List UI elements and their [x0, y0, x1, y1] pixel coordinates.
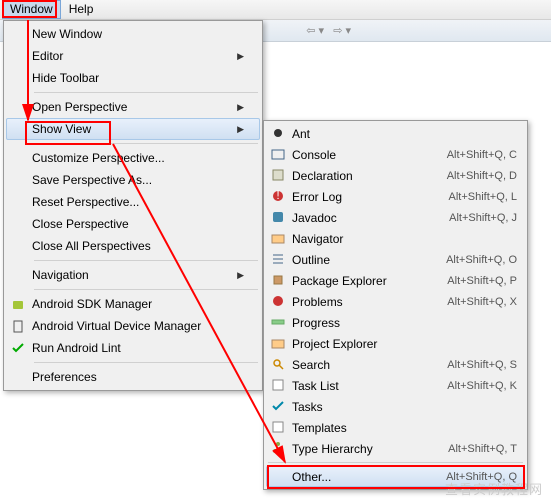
separator — [34, 260, 258, 261]
show-view-submenu: Ant ConsoleAlt+Shift+Q, C DeclarationAlt… — [263, 120, 528, 490]
separator — [34, 92, 258, 93]
nav-arrows[interactable]: ⇦ ▾ ⇨ ▾ — [306, 24, 351, 37]
problems-icon — [271, 294, 287, 310]
view-navigator[interactable]: Navigator — [266, 228, 525, 249]
javadoc-icon — [271, 210, 287, 226]
device-icon — [10, 318, 26, 334]
hierarchy-icon — [271, 441, 287, 457]
item-navigation[interactable]: Navigation▶ — [6, 264, 260, 286]
view-console[interactable]: ConsoleAlt+Shift+Q, C — [266, 144, 525, 165]
item-preferences[interactable]: Preferences — [6, 366, 260, 388]
view-project-explorer[interactable]: Project Explorer — [266, 333, 525, 354]
view-problems[interactable]: ProblemsAlt+Shift+Q, X — [266, 291, 525, 312]
console-icon — [271, 147, 287, 163]
search-icon — [271, 357, 287, 373]
menubar: Window Help — [0, 0, 551, 20]
templates-icon — [271, 420, 287, 436]
item-show-view[interactable]: Show View▶ — [6, 118, 260, 140]
item-hide-toolbar[interactable]: Hide Toolbar — [6, 67, 260, 89]
project-icon — [271, 336, 287, 352]
view-other[interactable]: Other...Alt+Shift+Q, Q — [266, 466, 525, 487]
item-save-as[interactable]: Save Perspective As... — [6, 169, 260, 191]
ant-icon — [271, 126, 287, 142]
view-tasks[interactable]: Tasks — [266, 396, 525, 417]
item-customize[interactable]: Customize Perspective... — [6, 147, 260, 169]
view-javadoc[interactable]: JavadocAlt+Shift+Q, J — [266, 207, 525, 228]
menu-help[interactable]: Help — [61, 0, 102, 19]
view-progress[interactable]: Progress — [266, 312, 525, 333]
view-search[interactable]: SearchAlt+Shift+Q, S — [266, 354, 525, 375]
svg-text:!: ! — [276, 189, 279, 202]
item-open-perspective[interactable]: Open Perspective▶ — [6, 96, 260, 118]
view-ant[interactable]: Ant — [266, 123, 525, 144]
view-declaration[interactable]: DeclarationAlt+Shift+Q, D — [266, 165, 525, 186]
separator — [268, 462, 523, 463]
menu-window[interactable]: Window — [2, 0, 61, 19]
view-package-explorer[interactable]: Package ExplorerAlt+Shift+Q, P — [266, 270, 525, 291]
item-close-all[interactable]: Close All Perspectives — [6, 235, 260, 257]
item-new-window[interactable]: New Window — [6, 23, 260, 45]
item-close-perspective[interactable]: Close Perspective — [6, 213, 260, 235]
check-icon — [10, 340, 26, 356]
error-log-icon: ! — [271, 189, 287, 205]
item-avd-manager[interactable]: Android Virtual Device Manager — [6, 315, 260, 337]
view-task-list[interactable]: Task ListAlt+Shift+Q, K — [266, 375, 525, 396]
android-icon — [10, 296, 26, 312]
item-reset[interactable]: Reset Perspective... — [6, 191, 260, 213]
separator — [34, 289, 258, 290]
view-outline[interactable]: OutlineAlt+Shift+Q, O — [266, 249, 525, 270]
package-icon — [271, 273, 287, 289]
item-editor[interactable]: Editor▶ — [6, 45, 260, 67]
progress-icon — [271, 315, 287, 331]
tasks-icon — [271, 399, 287, 415]
item-run-lint[interactable]: Run Android Lint — [6, 337, 260, 359]
declaration-icon — [271, 168, 287, 184]
separator — [34, 143, 258, 144]
view-templates[interactable]: Templates — [266, 417, 525, 438]
view-type-hierarchy[interactable]: Type HierarchyAlt+Shift+Q, T — [266, 438, 525, 459]
window-dropdown: New Window Editor▶ Hide Toolbar Open Per… — [3, 20, 263, 391]
outline-icon — [271, 252, 287, 268]
task-list-icon — [271, 378, 287, 394]
item-sdk-manager[interactable]: Android SDK Manager — [6, 293, 260, 315]
separator — [34, 362, 258, 363]
navigator-icon — [271, 231, 287, 247]
view-error-log[interactable]: !Error LogAlt+Shift+Q, L — [266, 186, 525, 207]
